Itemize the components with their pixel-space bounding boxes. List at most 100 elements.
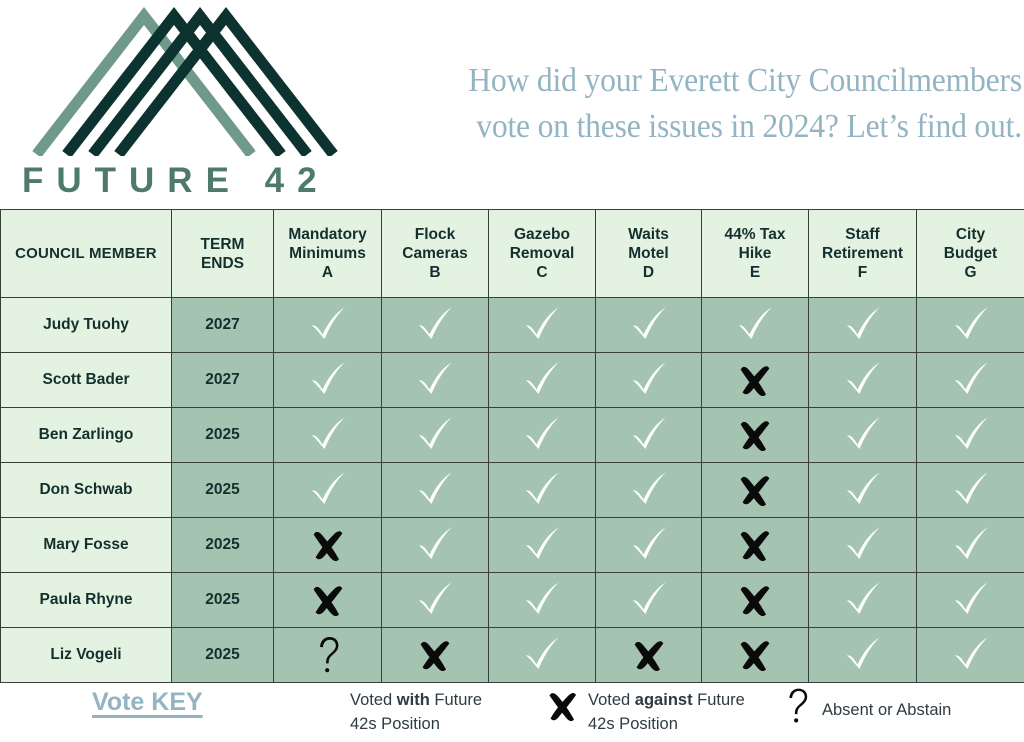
vote-key-legend: Vote KEY Voted with Future 42s Position … (0, 680, 1024, 742)
column-header-issue-b: Flock Cameras B (381, 209, 489, 298)
cell-vote-a (273, 627, 382, 683)
check-mark-icon (489, 463, 595, 517)
cell-vote-b (381, 407, 489, 463)
cell-vote-g (916, 352, 1024, 408)
cell-vote-c (488, 297, 596, 353)
issue-d-line1: Waits (628, 226, 669, 243)
cell-council-member: Judy Tuohy (0, 297, 172, 353)
cell-vote-g (916, 407, 1024, 463)
check-mark-icon (382, 463, 488, 517)
legend-against-suffix: Future (692, 691, 745, 709)
issue-d-line2: Motel (628, 245, 669, 262)
cell-vote-g (916, 462, 1024, 518)
cell-term-ends: 2025 (171, 517, 274, 573)
cross-mark-icon (538, 686, 588, 726)
cross-mark-icon (702, 353, 808, 407)
cell-vote-e (701, 572, 809, 628)
column-header-issue-g: City Budget G (916, 209, 1024, 298)
cell-vote-f (808, 627, 917, 683)
cell-vote-f (808, 517, 917, 573)
issue-g-line1: City (955, 226, 986, 243)
check-mark-icon (489, 353, 595, 407)
cell-vote-e (701, 297, 809, 353)
cell-term-ends: 2025 (171, 407, 274, 463)
cell-council-member: Ben Zarlingo (0, 407, 172, 463)
council-vote-table: COUNCIL MEMBER TERM ENDS Mandatory Minim… (0, 209, 1024, 683)
check-mark-icon (489, 408, 595, 462)
check-mark-icon (917, 353, 1024, 407)
issue-c-letter: C (536, 264, 548, 281)
cell-vote-e (701, 407, 809, 463)
cell-term-ends: 2025 (171, 572, 274, 628)
issue-g-line2: Budget (943, 245, 998, 262)
cell-vote-e (701, 627, 809, 683)
page-title: How did your Everett City Councilmembers… (384, 58, 1022, 150)
cell-council-member: Liz Vogeli (0, 627, 172, 683)
column-header-issue-d: Waits Motel D (595, 209, 702, 298)
check-mark-icon (382, 518, 488, 572)
cell-vote-c (488, 352, 596, 408)
poster-root: FUTURE 42 How did your Everett City Coun… (0, 0, 1024, 742)
cell-vote-a (273, 407, 382, 463)
cell-vote-f (808, 352, 917, 408)
table-row: Mary Fosse 2025 (0, 517, 1024, 573)
check-mark-icon (596, 573, 701, 627)
legend-item-absent-text: Absent or Abstain (822, 701, 952, 719)
brand-logo-block: FUTURE 42 (18, 4, 338, 204)
check-mark-icon (382, 298, 488, 352)
cell-vote-d (595, 517, 702, 573)
cell-vote-f (808, 297, 917, 353)
table-row: Ben Zarlingo 2025 (0, 407, 1024, 463)
cell-vote-d (595, 627, 702, 683)
legend-item-absent: Absent or Abstain (772, 686, 1022, 726)
issue-d-letter: D (642, 264, 655, 281)
column-header-issue-e: 44% Tax Hike E (701, 209, 809, 298)
cell-vote-d (595, 352, 702, 408)
cell-council-member: Mary Fosse (0, 517, 172, 573)
cell-vote-f (808, 407, 917, 463)
check-mark-icon (489, 628, 595, 682)
legend-item-voted-with: Voted with Future 42s Position (300, 686, 550, 736)
table-header-row: COUNCIL MEMBER TERM ENDS Mandatory Minim… (0, 209, 1024, 298)
cell-vote-d (595, 297, 702, 353)
cross-mark-icon (702, 628, 808, 682)
issue-c-line1: Gazebo (514, 226, 570, 243)
cell-vote-d (595, 407, 702, 463)
cell-vote-g (916, 572, 1024, 628)
cell-vote-c (488, 407, 596, 463)
question-mark-icon (772, 686, 822, 726)
table-body: Judy Tuohy 2027 Scott Bader 2027 Ben Zarling… (0, 297, 1024, 683)
page-title-line-1: How did your Everett City Councilmembers (468, 62, 1022, 99)
legend-item-voted-against-text: Voted against Future 42s Position (588, 686, 778, 736)
column-header-member: COUNCIL MEMBER (0, 209, 172, 298)
issue-f-line1: Staff (845, 226, 880, 243)
legend-with-bold: with (396, 691, 430, 709)
issue-g-letter: G (964, 264, 977, 281)
check-mark-icon (809, 353, 916, 407)
cross-mark-icon (702, 408, 808, 462)
issue-e-line1: 44% Tax (724, 226, 786, 243)
issue-a-letter: A (321, 264, 334, 281)
question-mark-icon (274, 628, 381, 682)
column-header-issue-f: Staff Retirement F (808, 209, 917, 298)
cell-council-member: Don Schwab (0, 462, 172, 518)
cell-vote-c (488, 462, 596, 518)
cell-vote-f (808, 572, 917, 628)
cell-vote-b (381, 627, 489, 683)
check-mark-icon (596, 463, 701, 517)
check-mark-icon (274, 463, 381, 517)
check-mark-icon (809, 628, 916, 682)
check-mark-icon (274, 353, 381, 407)
check-mark-icon (274, 298, 381, 352)
issue-b-line1: Flock (414, 226, 456, 243)
cell-vote-b (381, 572, 489, 628)
check-mark-icon (809, 463, 916, 517)
check-mark-icon (917, 408, 1024, 462)
issue-a-line1: Mandatory (288, 226, 367, 243)
cell-vote-a (273, 297, 382, 353)
cell-term-ends: 2027 (171, 352, 274, 408)
poster-header: FUTURE 42 How did your Everett City Coun… (0, 0, 1024, 208)
issue-a-line2: Minimums (289, 245, 366, 262)
cell-vote-a (273, 462, 382, 518)
table-row: Judy Tuohy 2027 (0, 297, 1024, 353)
